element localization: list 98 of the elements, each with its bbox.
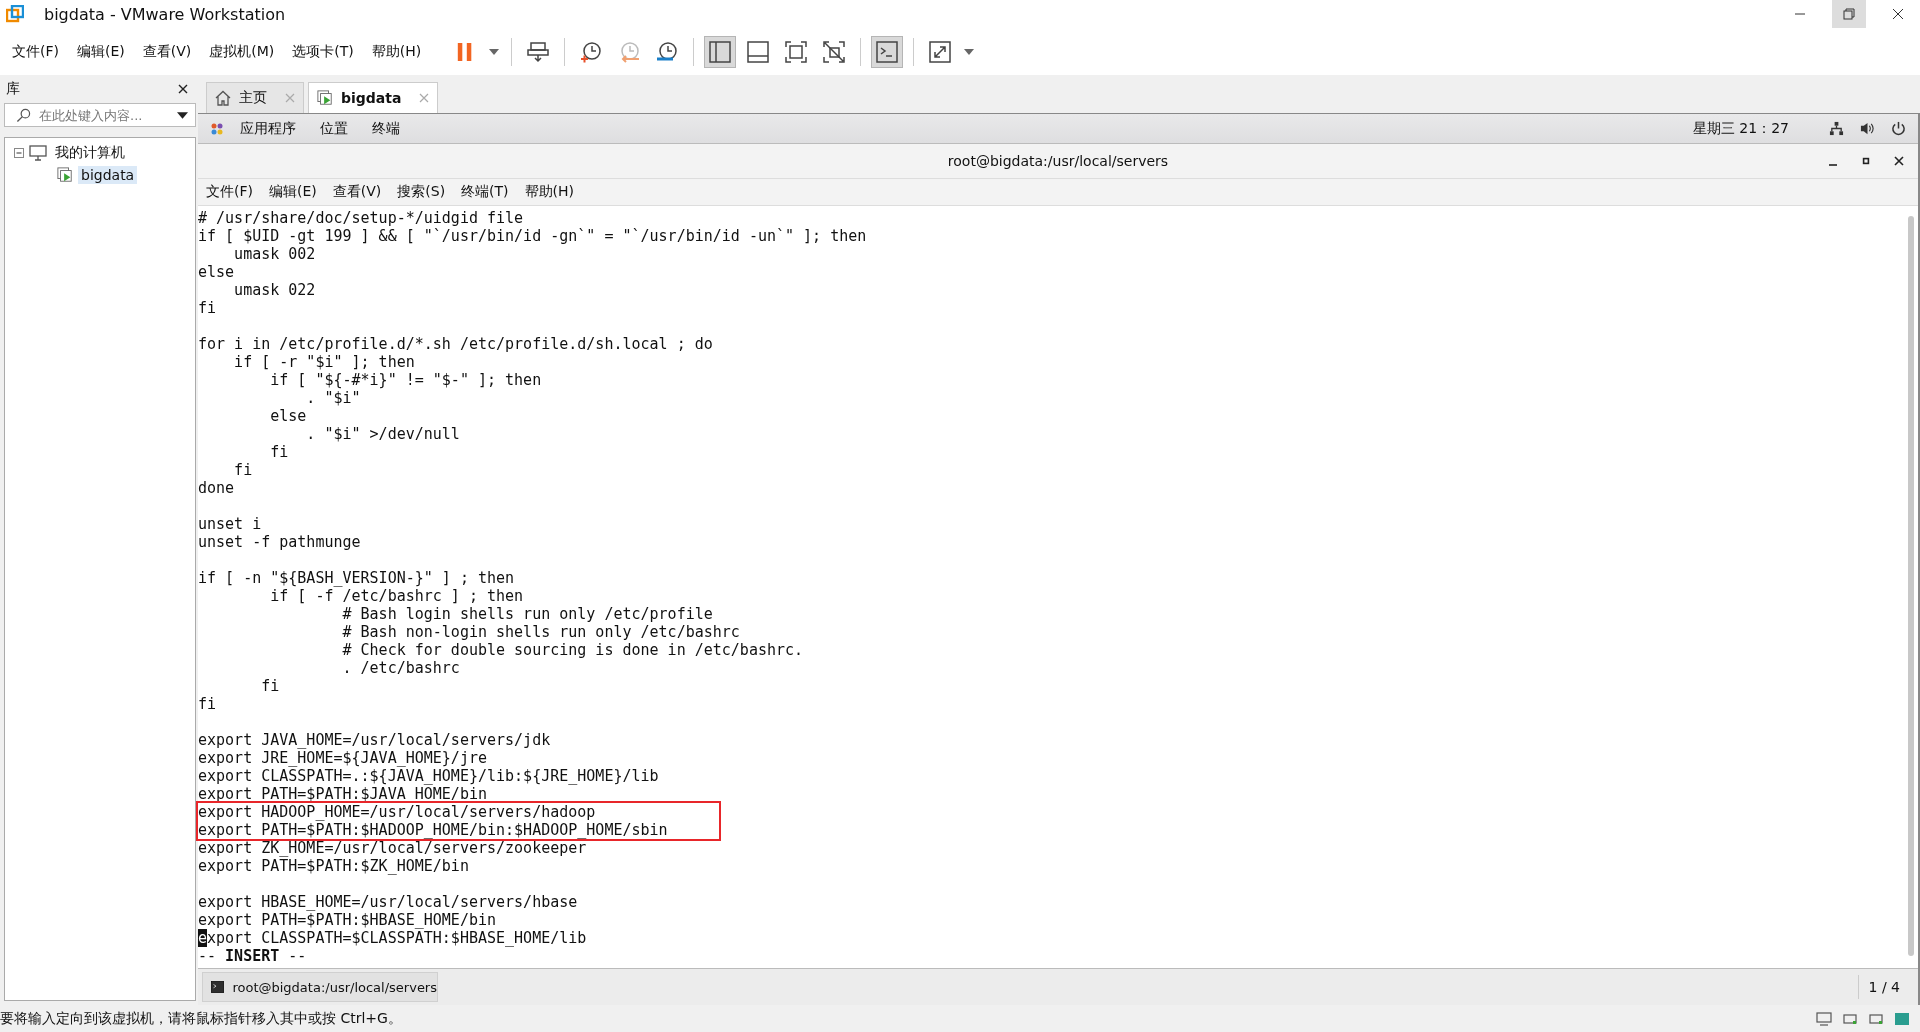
taskbar-window-button[interactable]: root@bigdata:/usr/local/servers xyxy=(202,972,438,1002)
keyboard-arrow-icon xyxy=(527,40,550,63)
device-icon[interactable] xyxy=(1868,1011,1884,1026)
applications-icon xyxy=(210,121,224,136)
clock-icon xyxy=(655,39,680,64)
code-line: export JRE_HOME=${JAVA_HOME}/jre xyxy=(198,749,488,767)
code-line: export PATH=$PATH:$JAVA_HOME/bin xyxy=(198,785,488,803)
code-line: export ZK_HOME=/usr/local/servers/zookeeper xyxy=(198,839,588,857)
code-line: # Bash non-login shells run only /etc/bashrc xyxy=(341,623,741,641)
menu-item[interactable]: 选项卡(T) xyxy=(292,42,354,61)
tab[interactable]: bigdata xyxy=(308,82,439,113)
vm-icon xyxy=(57,167,73,183)
code-line: if [ -r "$i" ]; then xyxy=(233,353,416,371)
restore-icon[interactable] xyxy=(1843,8,1855,20)
bottom-panel-layout-icon xyxy=(747,40,770,63)
home-icon xyxy=(215,90,231,106)
clock[interactable]: 星期三 21：27 xyxy=(1692,119,1789,138)
console-icon xyxy=(876,40,899,63)
code-line: export PATH=$PATH:$ZK_HOME/bin xyxy=(198,857,470,875)
caret-icon[interactable] xyxy=(177,112,188,119)
code-line: else xyxy=(198,263,236,281)
app-logo-icon xyxy=(6,5,24,23)
menu-item[interactable]: 文件(F) xyxy=(12,42,59,61)
clock-plus-icon xyxy=(579,39,604,64)
code-line: export PATH=$PATH:$HADOOP_HOME/bin:$HADOOP_HOME/sbin xyxy=(198,821,669,839)
code-line: unset i xyxy=(198,515,263,533)
code-line: umask 002 xyxy=(233,245,317,263)
code-line: . "$i" >/dev/null xyxy=(305,425,461,443)
code-line: if [ -f /etc/bashrc ] ; then xyxy=(269,587,525,605)
code-line: export PATH=$PATH:$HBASE_HOME/bin xyxy=(198,911,497,929)
code-line: # Check for double sourcing is done in /etc/bashrc. xyxy=(341,641,805,659)
monitor-icon[interactable] xyxy=(1816,1011,1832,1026)
fit-screen-icon xyxy=(785,40,808,63)
caret-icon xyxy=(489,48,500,55)
code-line: unset -f pathmunge xyxy=(198,533,362,551)
menu-item[interactable]: 终端(T) xyxy=(461,183,509,201)
volume-icon[interactable] xyxy=(1860,121,1875,136)
console-button[interactable] xyxy=(871,35,904,68)
top-bar-menu[interactable]: 应用程序 xyxy=(240,119,296,138)
terminal-title: root@bigdata:/usr/local/servers xyxy=(947,153,1169,169)
computer-icon xyxy=(29,145,47,161)
code-line: for i in /etc/profile.d/*.sh /etc/profile.d/sh.local ; do xyxy=(198,335,714,353)
code-line: else xyxy=(269,407,308,425)
code-line: export CLASSPATH=.:${JAVA_HOME}/lib:${JRE_HOME}/lib xyxy=(198,767,660,785)
code-line: fi xyxy=(260,677,281,695)
terminal-icon xyxy=(211,980,225,994)
code-line: fi xyxy=(198,299,218,317)
top-bar-menu[interactable]: 终端 xyxy=(372,119,400,138)
workspace-pager[interactable]: 1 / 4 xyxy=(1857,975,1910,999)
scrollbar[interactable] xyxy=(1908,216,1914,956)
tree-item[interactable]: bigdata xyxy=(78,166,138,184)
crossed-screen-icon xyxy=(823,40,846,63)
status-message: 要将输入定向到该虚拟机，请将鼠标指针移入其中或按 Ctrl+G。 xyxy=(0,1009,402,1028)
menu-item[interactable]: 编辑(E) xyxy=(269,183,317,201)
code-line: # /usr/share/doc/setup-*/uidgid file xyxy=(198,209,525,227)
menu-item[interactable]: 虚拟机(M) xyxy=(209,42,275,61)
expand-icon xyxy=(929,40,952,63)
sidebar-layout-icon xyxy=(709,40,732,63)
code-line: export CLASSPATH=$CLASSPATH:$HBASE_HOME/lib xyxy=(198,929,588,947)
code-line: . "$i" xyxy=(305,389,362,407)
caret-icon xyxy=(964,48,975,55)
close-icon[interactable] xyxy=(1894,156,1904,166)
tab[interactable]: 主页 xyxy=(206,82,304,113)
code-line: if [ -n "${BASH_VERSION-}" ] ; then xyxy=(198,569,516,587)
code-line: export JAVA_HOME=/usr/local/servers/jdk xyxy=(198,731,552,749)
code-line: export HADOOP_HOME=/usr/local/servers/hadoop xyxy=(198,803,597,821)
menu-item[interactable]: 帮助(H) xyxy=(524,183,575,201)
code-line: if [ "${-#*i}" != "$-" ]; then xyxy=(269,371,543,389)
menu-item[interactable]: 查看(V) xyxy=(332,183,382,201)
menu-item[interactable]: 查看(V) xyxy=(142,42,192,61)
code-line: fi xyxy=(269,443,290,461)
editor-mode-line: -- INSERT -- xyxy=(198,947,308,965)
view-library-button[interactable] xyxy=(704,35,737,68)
maximize-icon[interactable] xyxy=(1862,157,1870,165)
window-title: bigdata - VMware Workstation xyxy=(44,4,286,24)
search-field[interactable]: 在此处键入内容... xyxy=(4,103,196,127)
collapse-icon[interactable] xyxy=(14,148,24,158)
code-line: export HBASE_HOME=/usr/local/servers/hbase xyxy=(198,893,579,911)
close-icon[interactable] xyxy=(1892,8,1904,20)
code-line: # Bash login shells run only /etc/profile xyxy=(341,605,714,623)
menu-item[interactable]: 帮助(H) xyxy=(371,42,422,61)
top-bar-menu[interactable]: 位置 xyxy=(320,119,348,138)
code-line: done xyxy=(198,479,236,497)
device-icon[interactable] xyxy=(1842,1011,1858,1026)
tree-item[interactable]: 我的计算机 xyxy=(52,143,128,163)
code-line: umask 022 xyxy=(233,281,317,299)
menu-item[interactable]: 搜索(S) xyxy=(397,183,446,201)
close-icon[interactable] xyxy=(178,84,188,94)
power-icon[interactable] xyxy=(1891,121,1906,136)
menu-item[interactable]: 编辑(E) xyxy=(77,42,125,61)
network-icon[interactable] xyxy=(1829,121,1844,136)
library-title: 库 xyxy=(6,80,20,98)
vm-icon xyxy=(317,90,333,106)
code-line: if [ $UID -gt 199 ] && [ "`/usr/bin/id -gn`" = "`/usr/bin/id -un`" ]; then xyxy=(198,227,868,245)
code-line: fi xyxy=(198,695,218,713)
code-line: fi xyxy=(233,461,254,479)
menu-item[interactable]: 文件(F) xyxy=(206,183,253,201)
code-line: . /etc/bashrc xyxy=(341,659,461,677)
